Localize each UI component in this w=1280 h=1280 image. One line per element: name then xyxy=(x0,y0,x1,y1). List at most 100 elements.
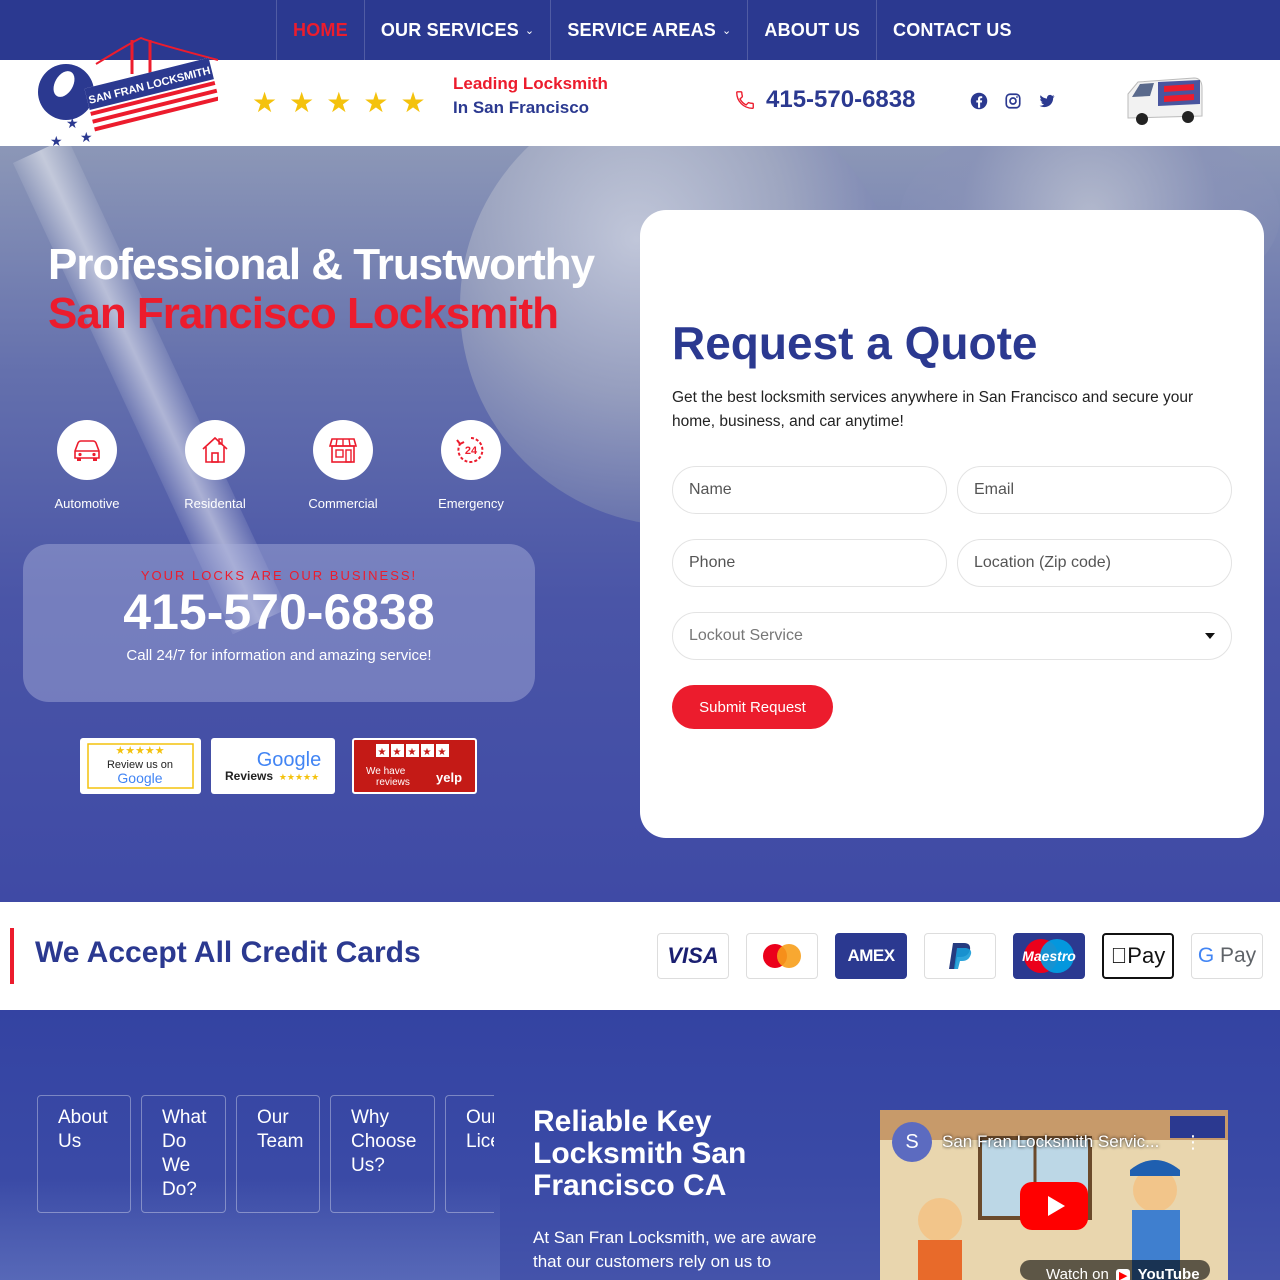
twitter-icon[interactable] xyxy=(1038,92,1056,110)
amex-card-logo: AMEX xyxy=(835,933,907,979)
google-reviews-badge[interactable]: Google Reviews ★★★★★ xyxy=(211,738,335,794)
yelp-line-2: reviews xyxy=(376,777,410,788)
service-emergency[interactable]: 24 Emergency xyxy=(407,420,535,511)
nav-home[interactable]: HOME xyxy=(276,0,364,60)
more-options-icon[interactable]: ⋮ xyxy=(1184,1132,1202,1153)
svg-text:★: ★ xyxy=(423,747,432,758)
section-paragraph: At San Fran Locksmith, we are aware that… xyxy=(533,1228,817,1271)
tab-about-us[interactable]: About Us xyxy=(37,1095,131,1213)
credit-cards-section: We Accept All Credit Cards VISA AMEX Mae… xyxy=(0,902,1280,1010)
hero-title-red: San Francisco Locksmith xyxy=(48,289,559,338)
visa-card-logo: VISA xyxy=(657,933,729,979)
chevron-down-icon: ⌄ xyxy=(721,24,732,37)
nav-our-services-label: OUR SERVICES xyxy=(380,19,519,40)
phone-icon xyxy=(736,91,754,109)
maestro-icon: Maestro xyxy=(1022,939,1076,973)
tab-our-team[interactable]: Our Team xyxy=(236,1095,320,1213)
hero-section: Professional & Trustworthy San Francisco… xyxy=(0,146,1280,902)
review-us-on-google-badge[interactable]: ★★★★★ Review us on Google xyxy=(80,738,201,794)
youtube-text: YouTube xyxy=(1137,1266,1200,1280)
yelp-reviews-badge[interactable]: ★ ★ ★ ★ ★ We have reviews yelp xyxy=(352,738,477,794)
house-icon xyxy=(202,436,228,463)
call-box-phone[interactable]: 415-570-6838 xyxy=(23,583,535,641)
hero-title-white: Professional & Trustworthy xyxy=(48,240,595,289)
star-icon: ★ xyxy=(326,86,352,119)
service-commercial-circle xyxy=(313,420,373,480)
star-icon: ★ xyxy=(400,86,426,119)
call-box-kicker: YOUR LOCKS ARE OUR BUSINESS! xyxy=(140,568,418,583)
service-automotive[interactable]: Automotive xyxy=(23,420,151,511)
about-section: About Us What Do We Do? Our Team Why Cho… xyxy=(0,1010,1280,1280)
instagram-icon[interactable] xyxy=(1004,92,1022,110)
badge-reviews-text: Reviews xyxy=(225,769,273,783)
svg-text:★: ★ xyxy=(438,747,447,758)
caret-down-icon xyxy=(1205,633,1215,639)
apple-pay-logo: Pay xyxy=(1102,933,1174,979)
about-tabs: About Us What Do We Do? Our Team Why Cho… xyxy=(37,1095,494,1213)
tab-our-licenses[interactable]: Our Licenses xyxy=(445,1095,494,1213)
svg-text:★: ★ xyxy=(393,747,402,758)
svg-text:★: ★ xyxy=(408,747,417,758)
header-tagline: Leading Locksmith In San Francisco xyxy=(453,72,608,120)
service-emergency-label: Emergency xyxy=(438,496,504,511)
svg-text:24: 24 xyxy=(465,445,478,457)
service-automotive-label: Automotive xyxy=(54,496,120,511)
tab-what-do-we-do[interactable]: What Do We Do? xyxy=(141,1095,226,1213)
star-icon: ★ xyxy=(252,86,278,119)
chevron-down-icon: ⌄ xyxy=(524,24,535,37)
service-residential[interactable]: Residental xyxy=(151,420,279,511)
tab-why-choose-us[interactable]: Why Choose Us? xyxy=(330,1095,435,1213)
service-automotive-circle xyxy=(57,420,117,480)
video-title[interactable]: San Fran Locksmith Servic... xyxy=(942,1132,1182,1152)
24-hour-icon: 24 xyxy=(456,437,484,463)
nav-about-us[interactable]: ABOUT US xyxy=(747,0,876,60)
yelp-line-1: We have xyxy=(366,766,406,777)
svg-text:★: ★ xyxy=(66,116,79,132)
watch-on-text: Watch on xyxy=(1046,1266,1109,1280)
facebook-icon[interactable] xyxy=(970,92,988,110)
nav-service-areas[interactable]: SERVICE AREAS ⌄ xyxy=(550,0,747,60)
service-residential-label: Residental xyxy=(184,496,246,511)
social-links xyxy=(970,92,1056,110)
youtube-logo-icon: ▶ xyxy=(1115,1269,1131,1280)
visa-text: VISA xyxy=(667,943,719,968)
watch-on-youtube[interactable]: Watch on ▶ YouTube xyxy=(1046,1266,1200,1280)
service-commercial[interactable]: Commercial xyxy=(279,420,407,511)
email-field[interactable] xyxy=(957,466,1232,514)
logo[interactable]: SAN FRAN LOCKSMITH ★ ★ ★ xyxy=(36,34,218,152)
nav-service-areas-label: SERVICE AREAS xyxy=(567,19,716,40)
quote-title: Request a Quote xyxy=(672,317,1038,369)
storefront-icon xyxy=(328,438,358,463)
channel-avatar[interactable]: S xyxy=(892,1122,932,1162)
star-icon: ★ xyxy=(289,86,315,119)
site-header: SAN FRAN LOCKSMITH ★ ★ ★ ★ ★ ★ ★ ★ Leadi… xyxy=(0,36,1280,150)
play-button[interactable] xyxy=(1020,1182,1088,1230)
credit-cards-heading: We Accept All Credit Cards xyxy=(35,936,421,969)
service-select[interactable]: Lockout Service xyxy=(672,612,1232,660)
header-phone-number[interactable]: 415-570-6838 xyxy=(766,86,915,114)
call-box: YOUR LOCKS ARE OUR BUSINESS! 415-570-683… xyxy=(23,544,535,702)
location-field[interactable] xyxy=(957,539,1232,587)
nav-our-services[interactable]: OUR SERVICES ⌄ xyxy=(363,0,551,60)
badge-google-text: Google xyxy=(117,770,162,786)
quote-description: Get the best locksmith services anywhere… xyxy=(672,389,1194,430)
nav-contact-us[interactable]: CONTACT US xyxy=(876,0,1028,60)
youtube-video-embed[interactable]: S San Fran Locksmith Servic... ⋮ Watch o… xyxy=(880,1110,1228,1280)
google-pay-text: G Pay xyxy=(1197,944,1257,967)
maestro-text: Maestro xyxy=(1022,948,1076,964)
header-phone[interactable]: 415-570-6838 xyxy=(734,86,915,114)
badge-google-wordmark: Google xyxy=(257,749,322,771)
svg-text:★: ★ xyxy=(80,130,93,146)
rating-stars: ★ ★ ★ ★ ★ xyxy=(252,86,426,120)
mastercard-icon xyxy=(763,944,801,968)
section-heading: Reliable Key Locksmith San Francisco CA xyxy=(533,1105,747,1202)
submit-request-button[interactable]: Submit Request xyxy=(672,685,833,729)
service-select-value: Lockout Service xyxy=(689,627,803,644)
phone-field[interactable] xyxy=(672,539,947,587)
google-pay-logo: G Pay xyxy=(1191,933,1263,979)
mastercard-logo xyxy=(746,933,818,979)
nav-contact-us-label: CONTACT US xyxy=(893,19,1012,40)
name-field[interactable] xyxy=(672,466,947,514)
nav-home-label: HOME xyxy=(293,19,348,40)
svg-text:★: ★ xyxy=(378,747,387,758)
